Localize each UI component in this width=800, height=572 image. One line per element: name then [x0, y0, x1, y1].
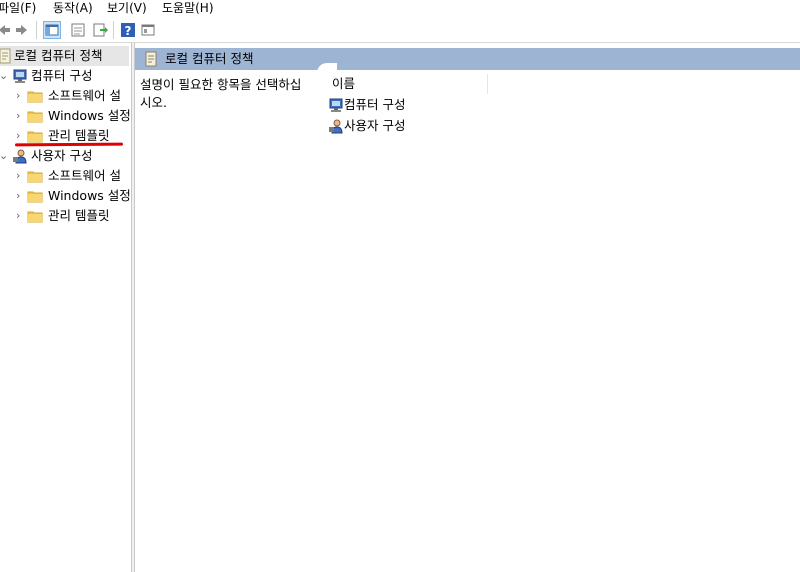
folder-icon	[27, 88, 43, 104]
tree-item-label: Windows 설정	[48, 188, 131, 203]
folder-icon	[27, 128, 43, 144]
result-pane-title: 로컬 컴퓨터 정책	[165, 51, 254, 66]
list-item-label: 컴퓨터 구성	[344, 97, 406, 112]
menu-action[interactable]: 동작(A)	[53, 1, 93, 15]
export-list-icon[interactable]	[92, 22, 108, 38]
toolbar-separator	[113, 21, 114, 39]
result-pane-header: 로컬 컴퓨터 정책	[135, 48, 800, 70]
properties-icon[interactable]	[70, 22, 86, 38]
tree-item-root[interactable]: 로컬 컴퓨터 정책	[0, 46, 129, 66]
console-tree: 로컬 컴퓨터 정책 ⌄ 컴퓨터 구성 › 소프트웨어 설 › Windows 설…	[0, 43, 131, 572]
menu-file[interactable]: 파일(F)	[0, 1, 36, 15]
help-icon[interactable]: ?	[120, 22, 136, 38]
tree-item-user-config[interactable]: ⌄ 사용자 구성	[0, 146, 131, 166]
tree-item-label: 관리 템플릿	[48, 208, 110, 223]
chevron-right-icon[interactable]: ›	[16, 186, 26, 206]
tree-item-label: 소프트웨어 설	[48, 168, 121, 183]
column-header-name[interactable]: 이름	[330, 74, 488, 94]
folder-icon	[27, 168, 43, 184]
forward-icon[interactable]	[14, 22, 30, 38]
extended-view-icon[interactable]	[140, 22, 156, 38]
back-icon[interactable]	[0, 22, 12, 38]
tree-item-user-software[interactable]: › 소프트웨어 설	[0, 166, 131, 186]
chevron-right-icon[interactable]: ›	[16, 106, 26, 126]
tree-item-user-admin-templates[interactable]: › 관리 템플릿	[0, 206, 131, 226]
folder-icon	[27, 188, 43, 204]
folder-icon	[27, 108, 43, 124]
policy-document-icon	[0, 48, 13, 64]
toolbar: ?	[0, 18, 800, 42]
chevron-right-icon[interactable]: ›	[16, 206, 26, 226]
folder-icon	[27, 208, 43, 224]
show-hide-tree-icon[interactable]	[43, 21, 61, 39]
chevron-right-icon[interactable]: ›	[16, 166, 26, 186]
description-text: 설명이 필요한 항목을 선택하십 시오.	[140, 77, 302, 110]
computer-config-icon	[12, 68, 28, 84]
policy-document-icon	[144, 51, 158, 67]
list-item-label: 사용자 구성	[344, 118, 406, 133]
menu-bar: 파일(F) 동작(A) 보기(V) 도움말(H)	[0, 0, 800, 18]
tree-item-user-windows[interactable]: › Windows 설정	[0, 186, 131, 206]
chevron-down-icon[interactable]: ⌄	[0, 66, 9, 86]
tree-item-label: 로컬 컴퓨터 정책	[14, 48, 103, 63]
tree-item-label: Windows 설정	[48, 108, 131, 123]
menu-help[interactable]: 도움말(H)	[162, 1, 214, 15]
tree-item-label: 소프트웨어 설	[48, 88, 121, 103]
user-config-icon	[328, 118, 344, 134]
computer-config-icon	[328, 97, 344, 113]
tree-item-label: 사용자 구성	[31, 148, 93, 163]
tree-item-computer-windows[interactable]: › Windows 설정	[0, 106, 131, 126]
chevron-right-icon[interactable]: ›	[16, 86, 26, 106]
toolbar-separator	[36, 21, 37, 39]
chevron-down-icon[interactable]: ⌄	[0, 146, 9, 166]
result-pane: 로컬 컴퓨터 정책 설명이 필요한 항목을 선택하십 시오. 이름 컴퓨터 구성…	[135, 43, 800, 572]
tree-item-computer-config[interactable]: ⌄ 컴퓨터 구성	[0, 66, 131, 86]
menu-view[interactable]: 보기(V)	[107, 1, 147, 15]
tree-item-label: 컴퓨터 구성	[31, 68, 93, 83]
user-config-icon	[12, 148, 28, 164]
svg-text:?: ?	[125, 24, 132, 38]
tree-item-computer-software[interactable]: › 소프트웨어 설	[0, 86, 131, 106]
